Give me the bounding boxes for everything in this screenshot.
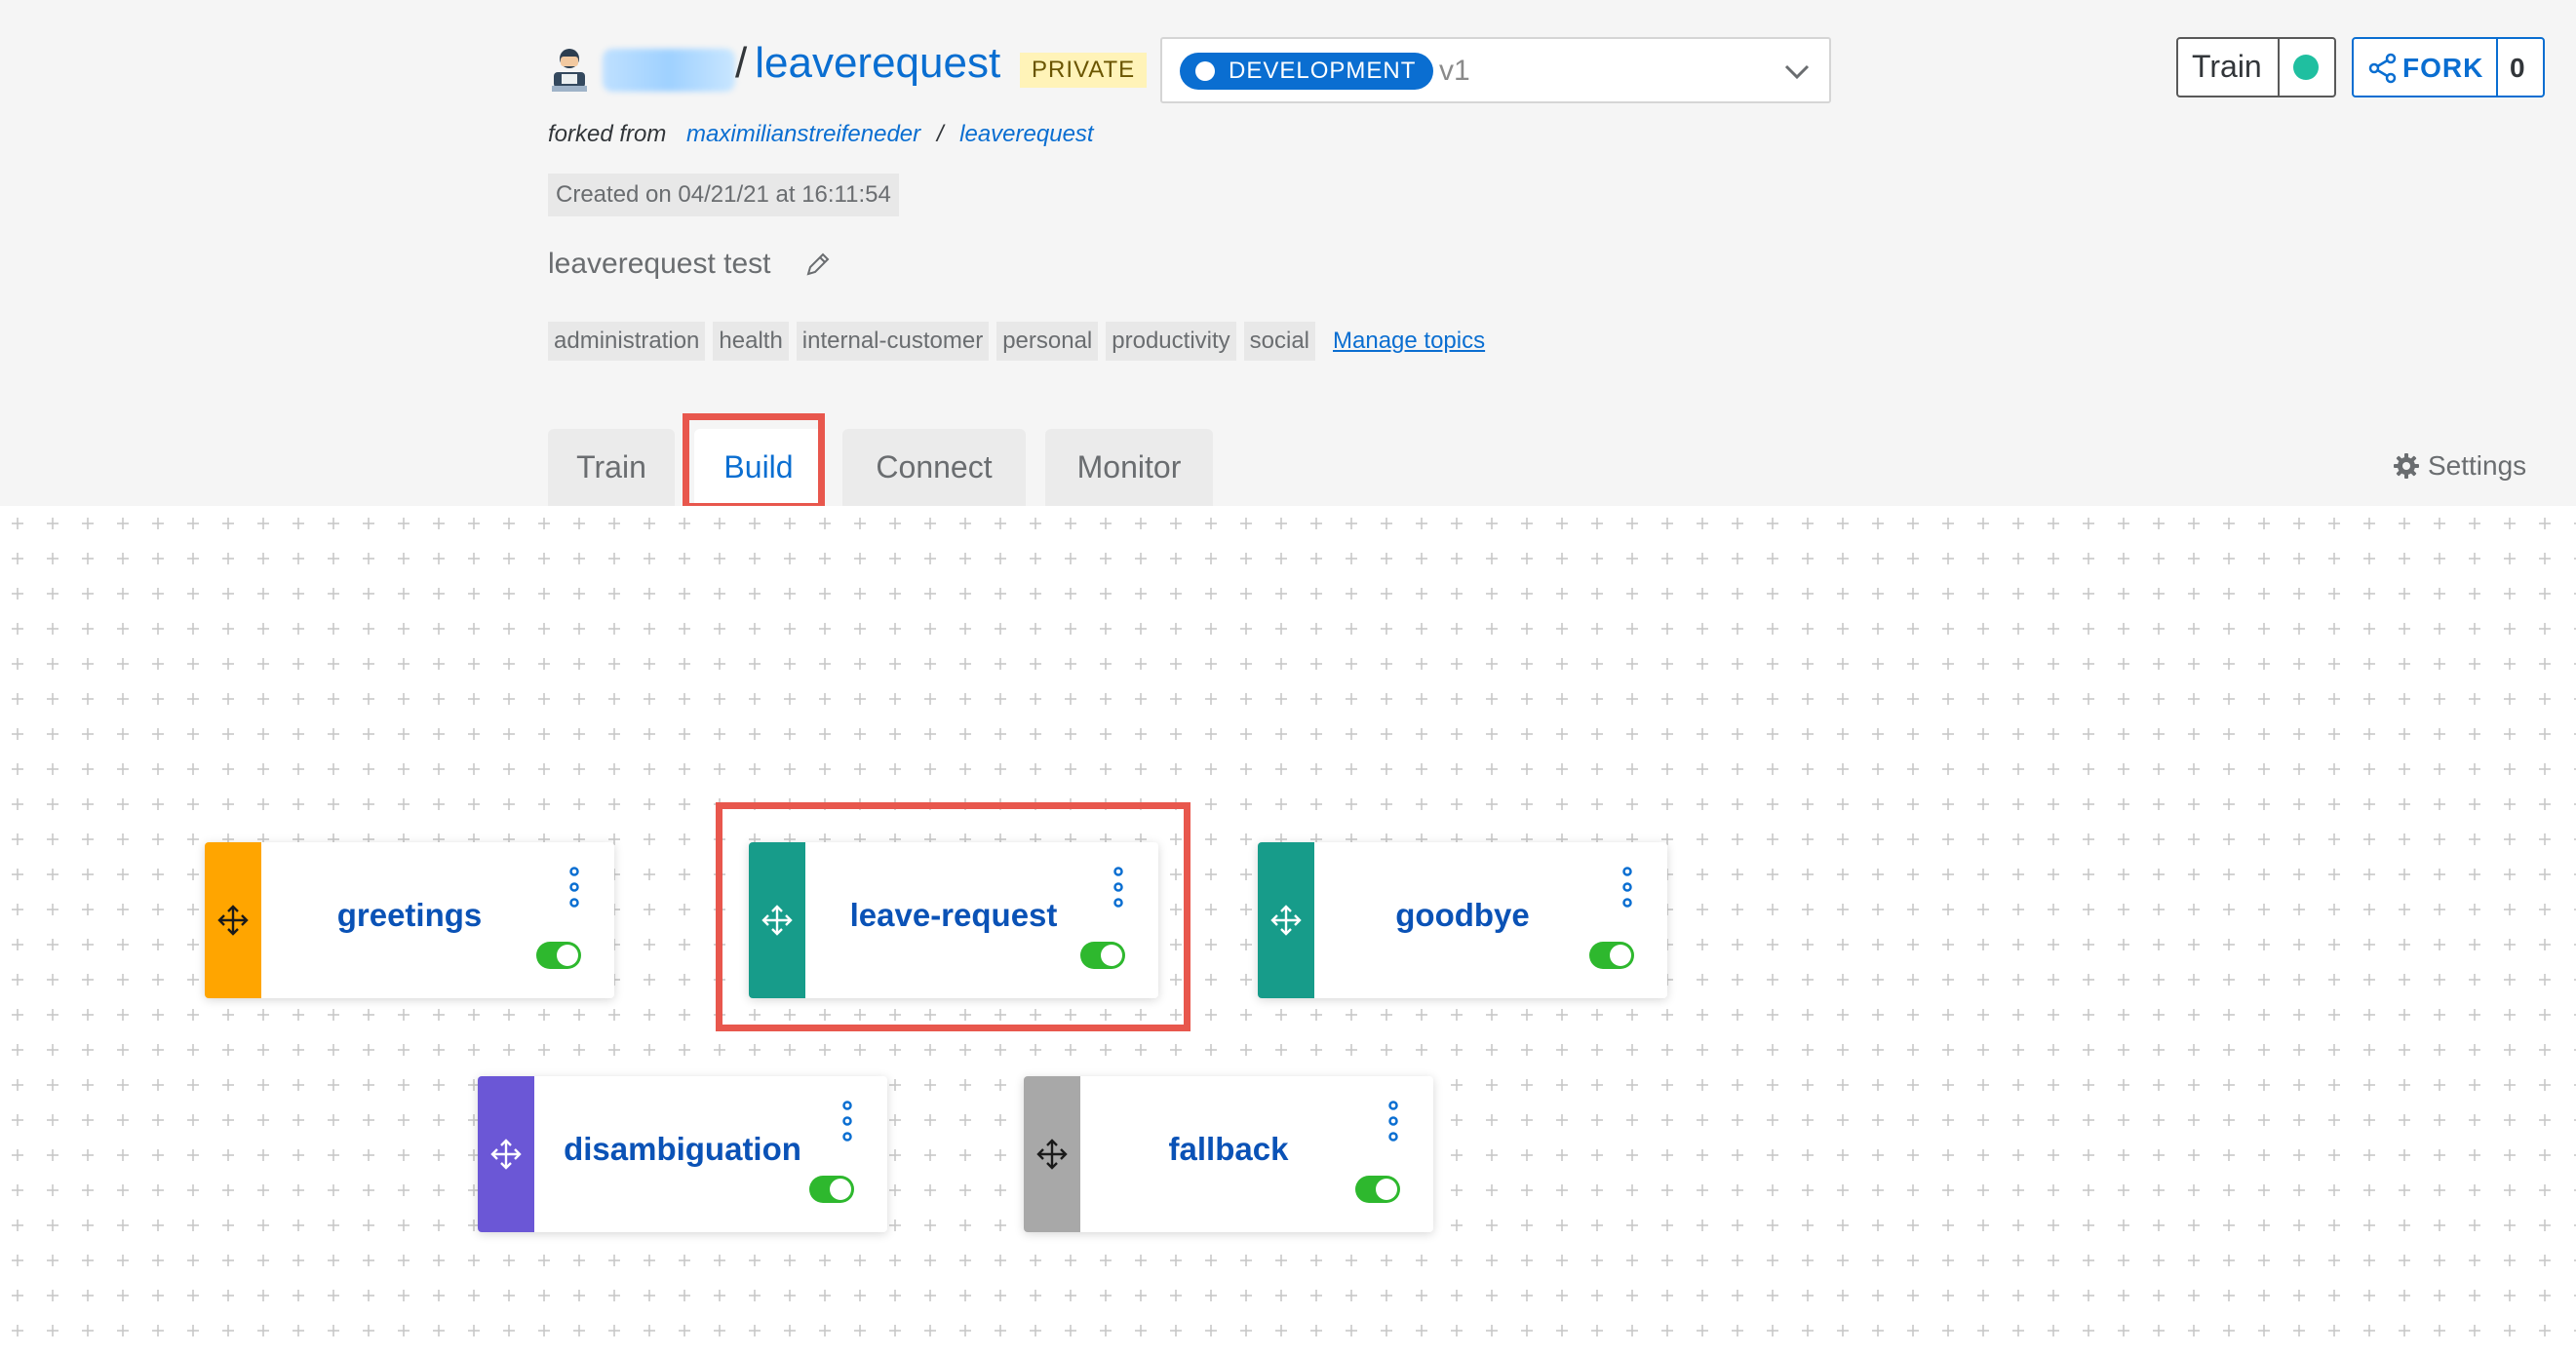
environment-label: DEVELOPMENT bbox=[1229, 58, 1417, 84]
skill-drag-handle[interactable] bbox=[1258, 842, 1314, 998]
move-icon bbox=[217, 905, 249, 936]
topic-tag: internal-customer bbox=[796, 322, 990, 361]
environment-dot-icon bbox=[1195, 61, 1215, 81]
forked-from: forked from maximilianstreifeneder / lea… bbox=[548, 121, 1094, 148]
move-icon bbox=[490, 1139, 522, 1170]
topics-list: administration health internal-customer … bbox=[548, 322, 1485, 361]
bot-title: / leaverequest bbox=[735, 39, 1000, 88]
leave-request-highlight bbox=[716, 802, 1190, 1031]
skill-card-goodbye[interactable]: goodbye bbox=[1258, 842, 1667, 998]
train-button-label: Train bbox=[2192, 49, 2262, 84]
environment-pill: DEVELOPMENT bbox=[1180, 53, 1434, 90]
settings-label: Settings bbox=[2428, 450, 2527, 481]
train-button[interactable]: Train bbox=[2176, 37, 2336, 97]
created-date-badge: Created on 04/21/21 at 16:11:54 bbox=[548, 174, 899, 216]
title-separator: / bbox=[735, 39, 748, 87]
skill-name[interactable]: goodbye bbox=[1314, 897, 1611, 934]
more-options-icon[interactable] bbox=[1620, 866, 1634, 909]
fork-count[interactable]: 0 bbox=[2510, 53, 2525, 84]
bot-header: / leaverequest PRIVATE DEVELOPMENT v1 Tra… bbox=[0, 0, 2576, 510]
topic-tag: social bbox=[1243, 322, 1316, 361]
tab-monitor[interactable]: Monitor bbox=[1045, 429, 1213, 506]
bot-name-link[interactable]: leaverequest bbox=[755, 39, 1000, 87]
skill-enabled-toggle[interactable] bbox=[809, 1176, 854, 1203]
fork-button-divider bbox=[2496, 39, 2498, 96]
topic-tag: productivity bbox=[1106, 322, 1236, 361]
skill-name[interactable]: disambiguation bbox=[534, 1131, 831, 1168]
skill-enabled-toggle[interactable] bbox=[1589, 942, 1634, 969]
tab-train[interactable]: Train bbox=[548, 429, 675, 506]
pencil-icon[interactable] bbox=[803, 250, 833, 279]
skill-card-greetings[interactable]: greetings bbox=[205, 842, 614, 998]
build-tab-highlight bbox=[683, 413, 825, 510]
move-icon bbox=[1270, 905, 1302, 936]
forked-separator: / bbox=[936, 121, 944, 147]
train-button-divider bbox=[2278, 39, 2280, 96]
environment-version: v1 bbox=[1439, 55, 1470, 87]
fork-button[interactable]: FORK 0 bbox=[2352, 37, 2545, 97]
skill-card-disambiguation[interactable]: disambiguation bbox=[478, 1076, 887, 1232]
skill-card-fallback[interactable]: fallback bbox=[1024, 1076, 1433, 1232]
topic-tag: personal bbox=[996, 322, 1099, 361]
gear-icon bbox=[2394, 453, 2419, 479]
skill-name[interactable]: fallback bbox=[1080, 1131, 1377, 1168]
train-status-icon bbox=[2293, 55, 2319, 80]
fork-button-label: FORK bbox=[2402, 53, 2484, 83]
skill-enabled-toggle[interactable] bbox=[1355, 1176, 1400, 1203]
manage-topics-link[interactable]: Manage topics bbox=[1333, 328, 1485, 355]
skill-drag-handle[interactable] bbox=[1024, 1076, 1080, 1232]
topic-tag: administration bbox=[548, 322, 706, 361]
bot-avatar-icon bbox=[552, 49, 587, 92]
forked-repo-link[interactable]: leaverequest bbox=[959, 121, 1093, 147]
forked-from-prefix: forked from bbox=[548, 121, 667, 147]
skill-drag-handle[interactable] bbox=[205, 842, 261, 998]
more-options-icon[interactable] bbox=[567, 866, 581, 909]
forked-owner-link[interactable]: maximilianstreifeneder bbox=[686, 121, 920, 147]
more-options-icon[interactable] bbox=[1386, 1100, 1400, 1142]
owner-name-blurred[interactable] bbox=[603, 49, 735, 92]
visibility-badge: PRIVATE bbox=[1020, 53, 1148, 88]
topic-tag: health bbox=[713, 322, 789, 361]
bot-description: leaverequest test bbox=[548, 248, 771, 280]
skill-name[interactable]: greetings bbox=[261, 897, 558, 934]
chevron-down-icon bbox=[1784, 64, 1810, 80]
skill-drag-handle[interactable] bbox=[478, 1076, 534, 1232]
skill-enabled-toggle[interactable] bbox=[536, 942, 581, 969]
move-icon bbox=[1036, 1139, 1068, 1170]
settings-button[interactable]: Settings bbox=[2393, 450, 2526, 482]
environment-select[interactable]: DEVELOPMENT v1 bbox=[1160, 37, 1831, 103]
share-icon bbox=[2368, 53, 2397, 84]
more-options-icon[interactable] bbox=[840, 1100, 854, 1142]
tab-connect[interactable]: Connect bbox=[842, 429, 1026, 506]
